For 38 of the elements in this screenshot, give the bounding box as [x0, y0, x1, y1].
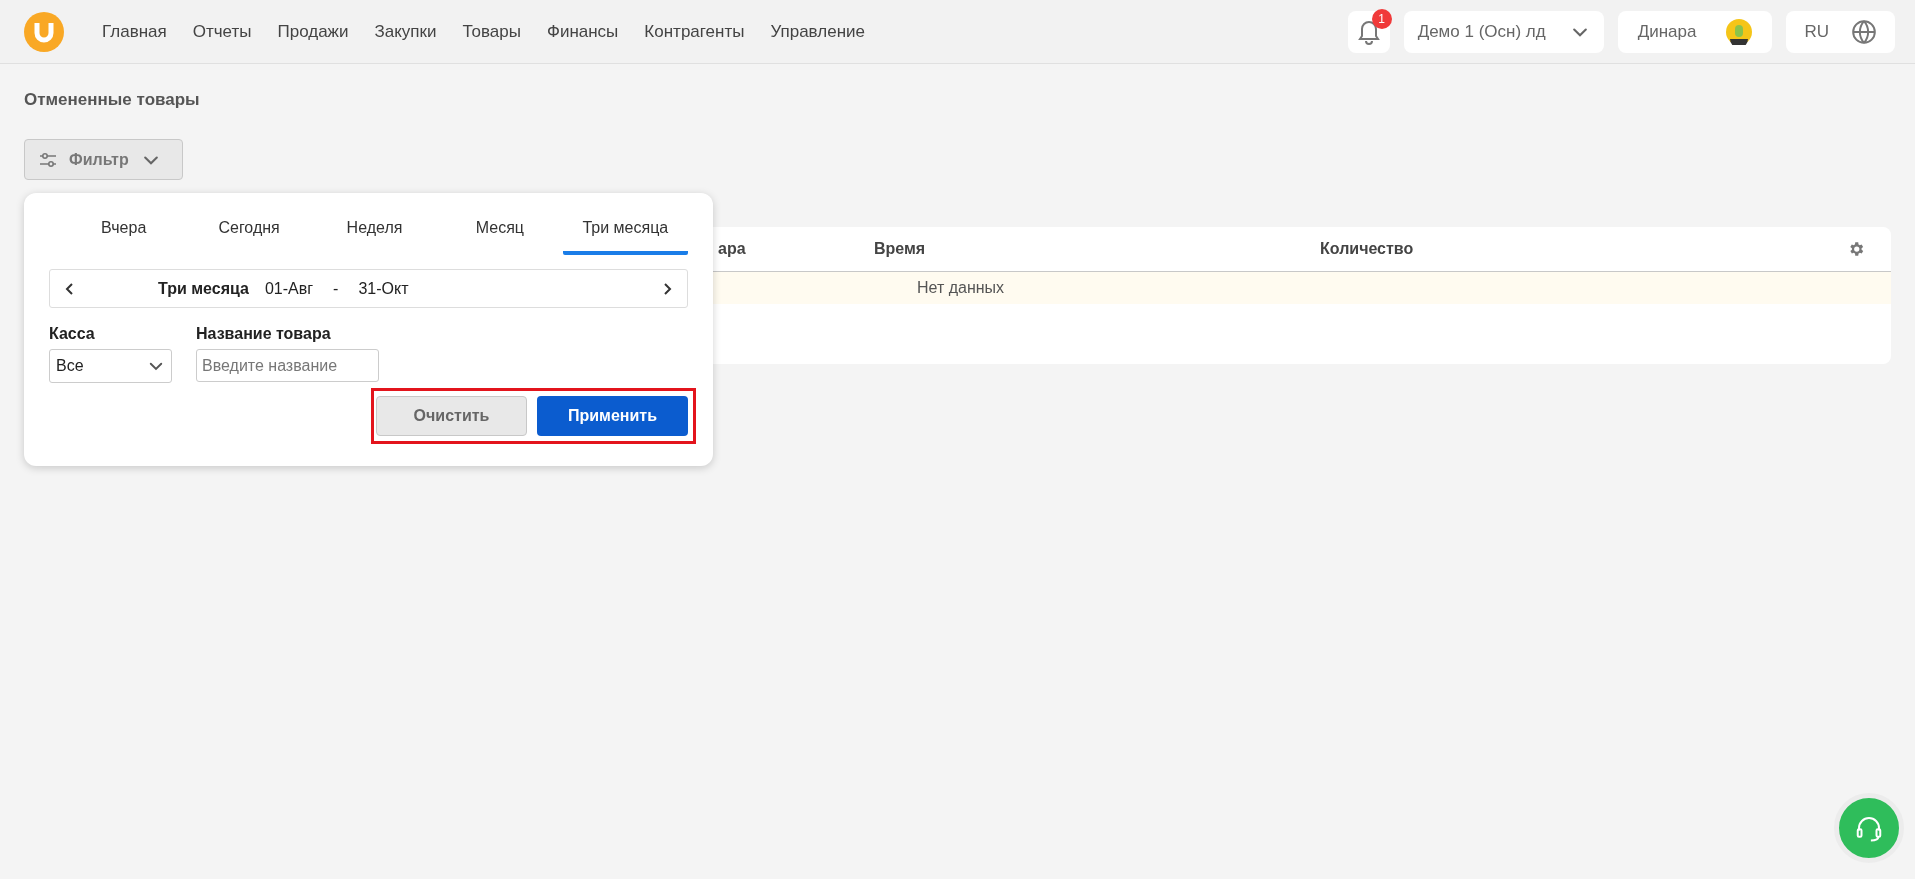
field-label: Касса: [49, 325, 96, 343]
column-header: Время: [874, 240, 927, 258]
nav-link[interactable]: Контрагенты: [644, 21, 745, 42]
nav-link[interactable]: Финансы: [546, 21, 619, 42]
notifications-button[interactable]: 1: [1347, 10, 1390, 53]
empty-message: Нет данных: [917, 279, 1005, 297]
sliders-icon: [39, 150, 57, 169]
user-button[interactable]: Динара: [1617, 10, 1773, 53]
column-header: Количество: [1320, 240, 1415, 258]
apply-button[interactable]: Применить: [537, 396, 688, 436]
filter-button[interactable]: Фильтр: [24, 139, 183, 180]
product-name-field[interactable]: Введите название: [196, 349, 379, 382]
column-header: ара: [718, 240, 747, 258]
period-tab[interactable]: Сегодня: [186, 205, 312, 255]
nav-link[interactable]: Управление: [770, 21, 865, 42]
date-to: 31-Окт: [358, 279, 409, 298]
field-label: Название товара: [196, 325, 332, 343]
date-separator: -: [333, 279, 339, 298]
clear-button[interactable]: Очистить: [376, 396, 527, 436]
nav-link[interactable]: Товары: [462, 21, 521, 42]
date-from: 01-Авг: [264, 279, 314, 298]
nav-link[interactable]: Главная: [102, 21, 167, 42]
nav-link[interactable]: Закупки: [374, 21, 437, 42]
nav-link[interactable]: Продажи: [277, 21, 349, 42]
period-tab[interactable]: Неделя: [311, 205, 438, 255]
organization-select[interactable]: Демо 1 (Осн) лд: [1403, 10, 1604, 53]
notification-badge: 1: [1371, 8, 1392, 29]
bell-icon: [1357, 18, 1380, 45]
nav-link[interactable]: Отчеты: [192, 21, 252, 42]
period-tab[interactable]: Вчера: [61, 205, 187, 255]
period-label: Три месяца: [158, 279, 249, 298]
globe-icon: [1851, 18, 1877, 45]
period-tab[interactable]: Три месяца: [562, 205, 688, 255]
period-tab[interactable]: Месяц: [437, 205, 563, 255]
avatar-icon: [1726, 18, 1753, 45]
language-button[interactable]: RU: [1786, 10, 1895, 53]
cash-register-select[interactable]: Все: [49, 349, 172, 383]
page-title: Отмененные товары: [24, 90, 201, 110]
